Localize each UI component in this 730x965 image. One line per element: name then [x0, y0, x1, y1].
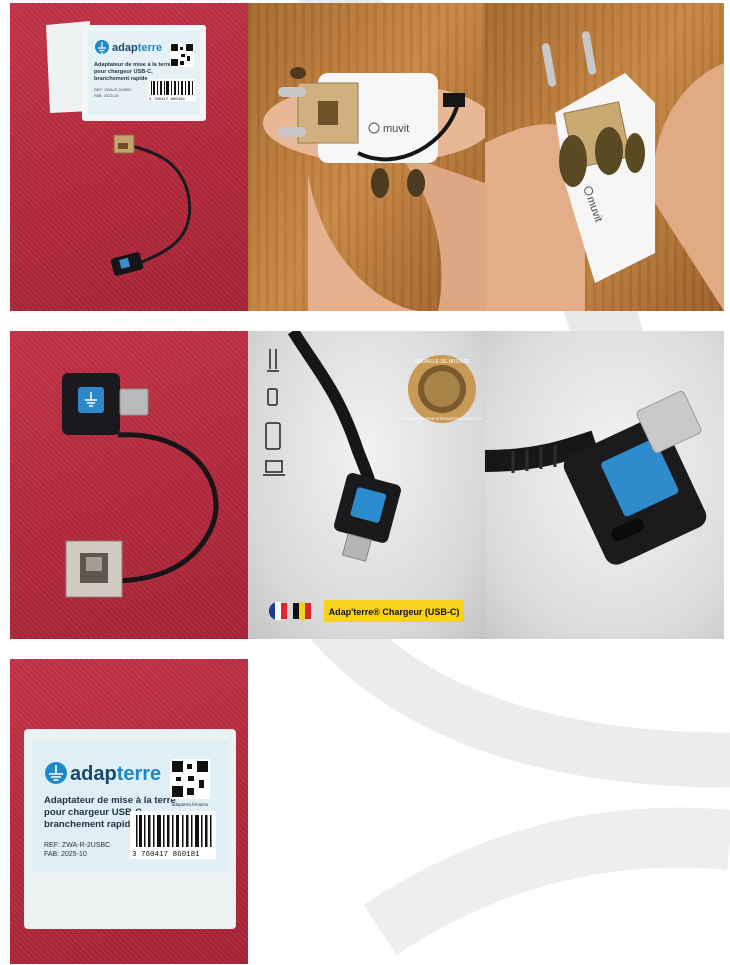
svg-text:FAB: 2025-10: FAB: 2025-10 [44, 851, 87, 858]
phone-icon [267, 388, 278, 406]
photo-hands-charger-front: muvit [248, 3, 485, 311]
prong-bottom [278, 127, 306, 137]
svg-text:REF: ZWA-R-2USBC: REF: ZWA-R-2USBC [44, 842, 110, 849]
promo-medal-banner: MÉDAILLE DE BRONZE CONCOURS LÉPINE INTER… [248, 331, 485, 639]
tablet-icon [265, 422, 281, 450]
qr-code [170, 43, 194, 67]
prong-right [581, 31, 597, 75]
photo-hands-charger-back: muvit [485, 3, 724, 311]
svg-text:pour chargeur USB-C,: pour chargeur USB-C, [94, 69, 153, 75]
svg-text:adapterre: adapterre [112, 42, 162, 54]
photo-box-front: adapterre Adaptateur de mise à la terre … [10, 659, 248, 964]
laptop-icon [265, 460, 283, 473]
svg-text:muvit: muvit [383, 123, 409, 135]
cable [287, 331, 378, 493]
svg-text:adapterre.fr/notice: adapterre.fr/notice [172, 802, 209, 807]
bronze-medal: MÉDAILLE DE BRONZE CONCOURS LÉPINE INTER… [402, 355, 482, 423]
svg-text:3 760417 860181: 3 760417 860181 [132, 851, 200, 859]
flag-france [268, 602, 287, 620]
svg-text:branchement rapide: branchement rapide [44, 819, 136, 830]
prong-left [541, 43, 557, 87]
cable [127, 143, 192, 265]
barcode: 3 760417 860181 [130, 811, 216, 859]
svg-text:3 760417 860181: 3 760417 860181 [149, 98, 186, 102]
svg-text:pour chargeur USB-C,: pour chargeur USB-C, [44, 807, 145, 818]
svg-text:CONCOURS LÉPINE INTERNATIONAL: CONCOURS LÉPINE INTERNATIONAL PARIS 2025 [402, 416, 482, 421]
svg-text:FAB: 2025-10: FAB: 2025-10 [94, 93, 119, 98]
usb-c-adapter [334, 473, 401, 562]
hand-bottom [308, 173, 418, 311]
photo-box-with-cable: adapterre Adaptateur de mise à la terre … [10, 3, 248, 311]
svg-text:REF: ZWA-R-2USBC: REF: ZWA-R-2USBC [94, 87, 132, 92]
qr-code [170, 759, 210, 799]
hand-right [653, 63, 724, 311]
cable-icon [267, 349, 279, 372]
svg-text:Adap'terre® Chargeur (USB-C): Adap'terre® Chargeur (USB-C) [329, 607, 460, 617]
flag-belgium [293, 602, 311, 620]
photo-adapter-cable [10, 331, 248, 639]
svg-text:MÉDAILLE DE BRONZE: MÉDAILLE DE BRONZE [414, 358, 470, 365]
svg-text:Adaptateur de mise à la terre: Adaptateur de mise à la terre [44, 795, 176, 806]
usb-c-plug [119, 388, 149, 416]
device-icons [263, 349, 285, 476]
svg-text:Adaptateur de mise à la terre: Adaptateur de mise à la terre [94, 62, 171, 68]
cable [109, 432, 219, 584]
prong-top [278, 87, 306, 97]
fingernail [559, 135, 587, 187]
fingernail [371, 168, 389, 198]
svg-text:adapterre: adapterre [70, 763, 161, 785]
svg-text:branchement rapide: branchement rapide [94, 76, 147, 82]
photo-adapter-closeup [485, 331, 724, 639]
barcode: 3 760417 860181 [148, 79, 196, 102]
